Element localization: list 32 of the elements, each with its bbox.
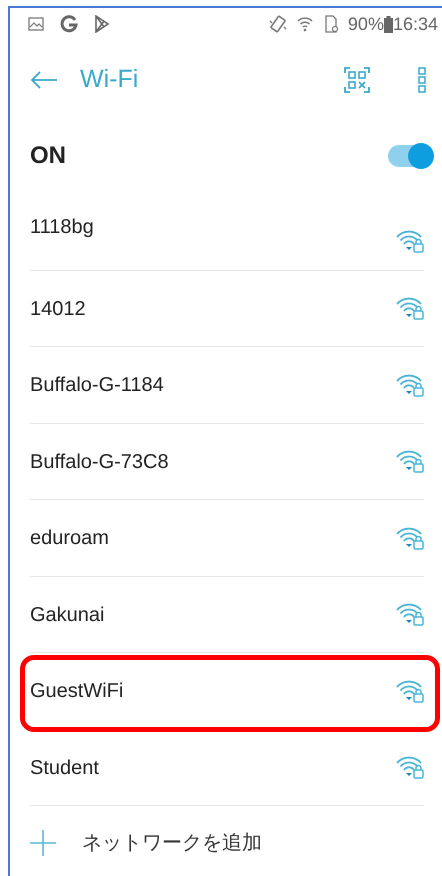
wifi-toggle[interactable] [388,145,432,168]
wifi-lock-icon [396,372,424,397]
wifi-lock-icon [396,678,424,703]
vibrate-icon [268,15,288,34]
wifi-lock-icon [396,449,424,474]
wifi-status-label: ON [30,141,66,172]
app-logo-icon [60,15,78,34]
wifi-lock-icon [396,296,424,320]
network-item[interactable]: eduroam [30,500,424,577]
play-icon [94,15,110,34]
network-item[interactable]: GuestWiFi [30,653,424,730]
wifi-lock-icon [396,526,424,550]
wifi-icon [296,15,314,34]
image-icon [28,17,44,32]
network-item[interactable]: Buffalo-G-73C8 [30,424,424,500]
clock-time: 16:34 [392,12,438,36]
wifi-lock-icon [396,602,424,626]
wifi-lock-icon [396,755,424,780]
back-arrow-icon[interactable] [30,70,58,90]
battery-percent: 90% [348,12,384,36]
network-item[interactable]: 1118bg [30,194,424,271]
plus-icon [30,830,56,856]
network-item[interactable]: Buffalo-G-1184 [30,347,424,424]
add-network-item[interactable]: ネットワークを追加 [10,806,442,876]
battery-icon [384,16,393,33]
qr-code-icon[interactable] [344,66,370,93]
network-item[interactable]: 14012 [30,270,424,348]
network-item[interactable]: Gakunai [30,576,424,654]
screen-title: Wi-Fi [80,64,138,96]
network-item[interactable]: Student [30,730,424,806]
wifi-lock-icon [396,228,424,253]
more-options-icon[interactable] [418,66,426,93]
